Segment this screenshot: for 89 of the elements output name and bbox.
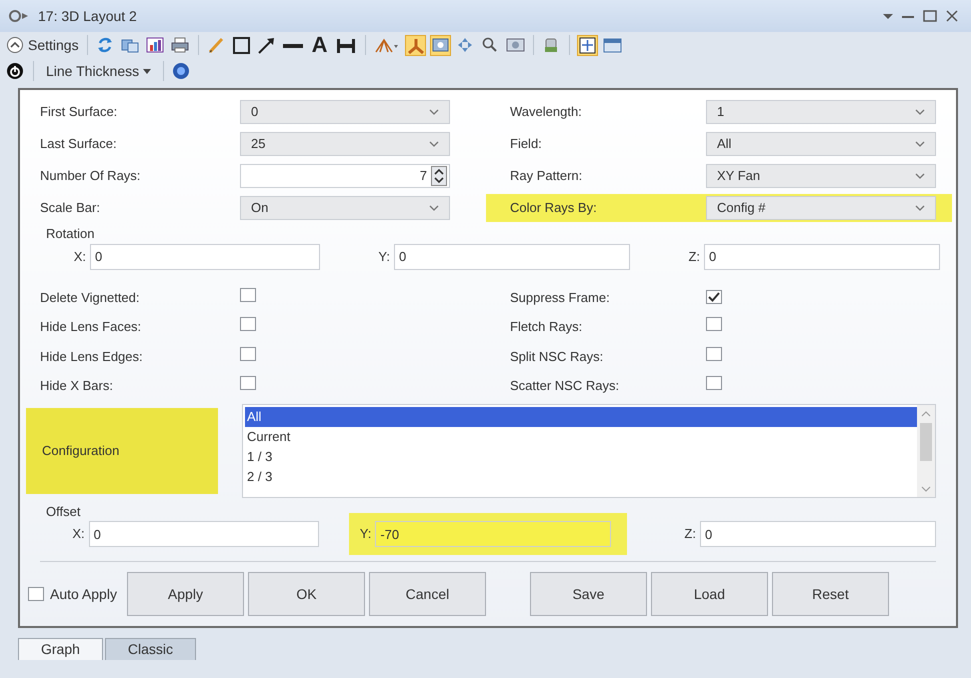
number-field[interactable]: 7 bbox=[240, 164, 450, 188]
chevron-down-icon bbox=[915, 140, 925, 148]
checkbox[interactable] bbox=[706, 317, 722, 331]
input-field[interactable]: 0 bbox=[88, 521, 319, 547]
field-label: First Surface: bbox=[40, 103, 118, 122]
power-icon[interactable] bbox=[6, 62, 25, 80]
field-label: Last Surface: bbox=[40, 135, 118, 154]
chevron-down-icon bbox=[915, 204, 925, 212]
chevron-down-icon bbox=[915, 108, 925, 116]
input-field[interactable]: -70 bbox=[375, 521, 612, 547]
settings-button[interactable]: Settings bbox=[6, 34, 79, 56]
refresh-icon[interactable] bbox=[96, 36, 115, 54]
camera-icon[interactable] bbox=[506, 36, 526, 54]
line-thickness-menu[interactable]: Line Thickness bbox=[42, 60, 156, 82]
spinner-icon[interactable] bbox=[431, 166, 447, 186]
dialog-button[interactable]: Reset bbox=[772, 572, 889, 616]
checkbox-label: Suppress Frame: bbox=[510, 288, 611, 307]
checkbox-label: Hide Lens Faces: bbox=[40, 318, 142, 336]
axis-label: Z: bbox=[684, 525, 696, 544]
checkbox-label: Hide Lens Edges: bbox=[40, 348, 144, 366]
text-tool-button[interactable]: A bbox=[310, 34, 330, 56]
checkbox-label: Fletch Rays: bbox=[510, 318, 584, 336]
arrow-icon[interactable] bbox=[256, 36, 276, 54]
field-label: Ray Pattern: bbox=[509, 167, 584, 186]
group-title: Rotation bbox=[46, 225, 96, 243]
checkbox[interactable] bbox=[240, 346, 256, 360]
list-item[interactable]: 2 / 3 bbox=[245, 466, 917, 486]
checkbox-label: Auto Apply bbox=[50, 584, 117, 604]
axis-label: Z: bbox=[688, 248, 700, 266]
group-title: Offset bbox=[46, 502, 82, 520]
dropdown-field[interactable]: 25 bbox=[240, 132, 450, 156]
chevron-down-icon bbox=[429, 140, 439, 148]
checkbox[interactable] bbox=[240, 288, 256, 302]
checkbox-label: Hide X Bars: bbox=[40, 377, 114, 395]
window-title: 17: 3D Layout 2 bbox=[38, 6, 137, 26]
dropdown-field[interactable]: Config # bbox=[706, 196, 936, 220]
dropdown-field[interactable]: 1 bbox=[706, 100, 936, 124]
app-icon bbox=[8, 8, 30, 24]
dialog-button[interactable]: Load bbox=[650, 572, 768, 616]
checkbox-label: Split NSC Rays: bbox=[510, 348, 604, 366]
axis-label: Y: bbox=[360, 525, 372, 544]
field-label: Wavelength: bbox=[509, 103, 583, 122]
checkbox[interactable] bbox=[28, 587, 44, 601]
field-label: Number Of Rays: bbox=[40, 167, 142, 186]
dropdown-field[interactable]: XY Fan bbox=[706, 164, 936, 188]
dialog-button[interactable]: Save bbox=[530, 572, 647, 616]
chevron-down-icon bbox=[915, 172, 925, 180]
window-icon[interactable] bbox=[603, 36, 622, 54]
input-field[interactable]: 0 bbox=[700, 521, 936, 547]
axis-label: X: bbox=[74, 248, 86, 266]
checkbox[interactable] bbox=[240, 376, 256, 390]
checkbox[interactable] bbox=[706, 346, 722, 360]
checkbox[interactable] bbox=[706, 376, 722, 390]
checkbox[interactable] bbox=[240, 317, 256, 331]
dropdown-field[interactable]: 0 bbox=[240, 100, 450, 124]
dropdown-field[interactable]: On bbox=[240, 196, 450, 220]
chevron-down-icon bbox=[429, 204, 439, 212]
field-label: Scale Bar: bbox=[40, 199, 101, 218]
input-field[interactable]: 0 bbox=[704, 244, 940, 270]
axis-label: Y: bbox=[378, 248, 390, 266]
tab[interactable]: Classic bbox=[104, 638, 196, 660]
axes-icon[interactable] bbox=[406, 36, 426, 54]
list-item[interactable]: 1 / 3 bbox=[245, 446, 917, 466]
collapse-icon bbox=[6, 36, 24, 54]
display-icon[interactable] bbox=[431, 36, 450, 54]
dialog-button[interactable]: Cancel bbox=[368, 572, 486, 616]
rectangle-icon[interactable] bbox=[232, 36, 251, 54]
scrollbar-drawing[interactable] bbox=[917, 404, 935, 496]
input-field[interactable]: 0 bbox=[394, 244, 630, 270]
axis-label: X: bbox=[72, 525, 85, 544]
chevron-down-icon bbox=[429, 108, 439, 116]
dropdown-field[interactable]: All bbox=[706, 132, 936, 156]
input-field[interactable]: 0 bbox=[90, 244, 320, 270]
configuration-list[interactable]: All Current 1 / 3 2 / 3 bbox=[242, 404, 936, 498]
list-item[interactable]: All bbox=[245, 406, 917, 426]
chart-icon[interactable] bbox=[146, 36, 165, 54]
checkbox[interactable] bbox=[706, 290, 722, 304]
configuration-label: Configuration bbox=[26, 408, 218, 494]
tab[interactable]: Graph bbox=[18, 638, 103, 660]
list-item[interactable]: Current bbox=[245, 426, 917, 446]
dialog-button[interactable]: OK bbox=[248, 572, 365, 616]
checkbox-label: Scatter NSC Rays: bbox=[510, 377, 620, 395]
fit-icon[interactable] bbox=[578, 36, 598, 54]
checkbox-label: Delete Vignetted: bbox=[40, 288, 140, 307]
printer-icon[interactable] bbox=[170, 36, 190, 54]
field-label: Field: bbox=[509, 135, 543, 154]
caret-icon bbox=[143, 67, 152, 75]
dialog-button[interactable]: Apply bbox=[126, 572, 244, 616]
field-label: Color Rays By: bbox=[486, 194, 706, 222]
